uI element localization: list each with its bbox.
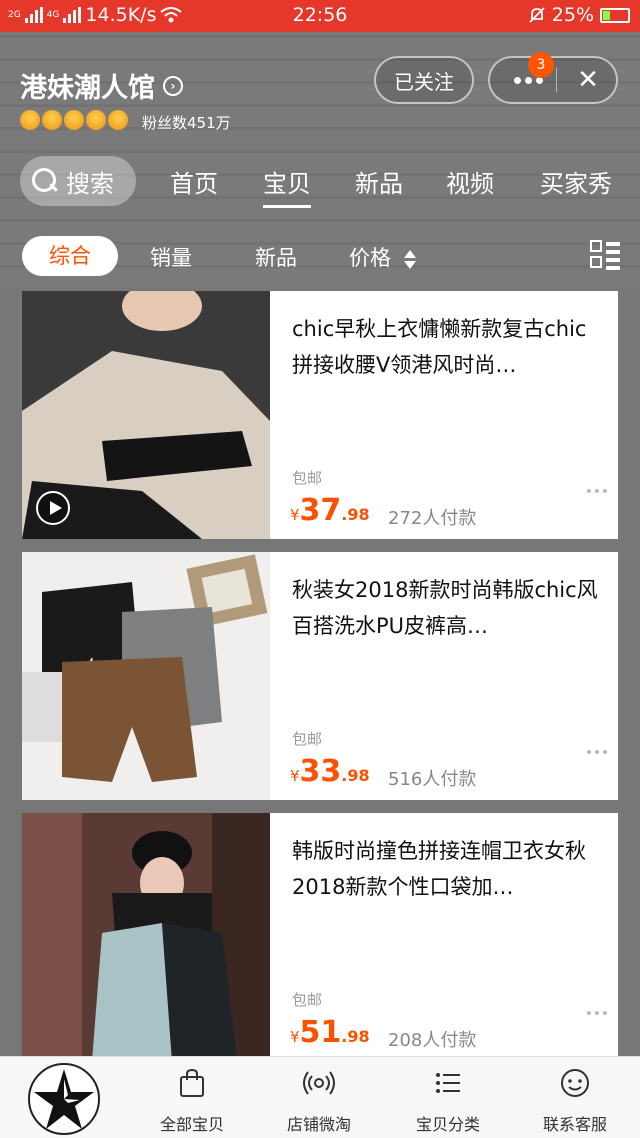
- nav-categories-label: 宝贝分类: [415, 1115, 480, 1134]
- product-price: ¥ 37 .98: [290, 493, 370, 528]
- product-card[interactable]: chic早秋上衣慵懒新款复古chic拼接收腰V领港风时尚… 包邮 ¥ 37 .9…: [22, 291, 618, 539]
- sort-new[interactable]: 新品: [255, 242, 297, 272]
- shopping-bag-icon: [180, 1068, 204, 1097]
- nav-shop-feed-label: 店铺微淘: [286, 1115, 351, 1134]
- tab-products[interactable]: 宝贝: [263, 164, 311, 208]
- battery-percent: 25%: [551, 4, 594, 26]
- crown-icon: [20, 110, 40, 130]
- crown-icon: [108, 110, 128, 130]
- shop-rating-crowns: [20, 110, 128, 130]
- product-title[interactable]: 秋装女2018新款时尚韩版chic风百搭洗水PU皮裤高…: [292, 572, 602, 644]
- tab-new[interactable]: 新品: [355, 164, 403, 199]
- nav-all-products[interactable]: 全部宝贝: [132, 1057, 252, 1138]
- close-icon[interactable]: ✕: [568, 62, 608, 98]
- product-card[interactable]: 秋装女2018新款时尚韩版chic风百搭洗水PU皮裤高… 包邮 ¥ 33 .98…: [22, 552, 618, 800]
- shipping-label: 包邮: [292, 730, 323, 748]
- price-integer: 33: [299, 754, 342, 789]
- more-options-icon[interactable]: [587, 750, 611, 758]
- sold-count: 208人付款: [388, 1030, 477, 1051]
- status-bar: 2G 4G 14.5K/s 22:56 25%: [0, 0, 640, 32]
- shipping-label: 包邮: [292, 991, 323, 1009]
- bottom-bar: 全部宝贝 店铺微淘 宝贝分类 联系客服: [0, 1056, 640, 1138]
- price-currency: ¥: [290, 1028, 300, 1046]
- list-icon: [436, 1073, 460, 1093]
- more-options-icon[interactable]: [587, 1011, 611, 1019]
- product-title[interactable]: 韩版时尚撞色拼接连帽卫衣女秋2018新款个性口袋加…: [292, 833, 602, 905]
- nav-categories[interactable]: 宝贝分类: [388, 1057, 508, 1138]
- price-integer: 51: [299, 1015, 342, 1050]
- nav-customer-service[interactable]: 联系客服: [515, 1057, 635, 1138]
- leather-shorts-photo: [22, 552, 270, 800]
- price-decimal: .98: [341, 505, 370, 524]
- play-video-icon[interactable]: [36, 491, 70, 525]
- hoodie-photo: [22, 813, 270, 1061]
- battery-icon: [600, 7, 630, 23]
- crown-icon: [64, 110, 84, 130]
- price-currency: ¥: [290, 767, 300, 785]
- product-price: ¥ 33 .98: [290, 754, 370, 789]
- fans-count: 粉丝数451万: [142, 114, 231, 132]
- sort-sales[interactable]: 销量: [150, 242, 192, 272]
- more-options-icon[interactable]: [587, 489, 611, 497]
- crown-icon: [86, 110, 106, 130]
- shipping-label: 包邮: [292, 469, 323, 487]
- crown-icon: [42, 110, 62, 130]
- price-decimal: .98: [341, 1027, 370, 1046]
- sort-price[interactable]: 价格: [349, 242, 416, 272]
- product-image[interactable]: [22, 813, 270, 1061]
- shop-name-row[interactable]: 港妹潮人馆 ›: [20, 66, 183, 105]
- sort-arrows-icon: [403, 249, 416, 269]
- search-icon: [32, 168, 58, 194]
- chat-face-icon: [561, 1069, 589, 1097]
- search-button[interactable]: 搜索: [20, 156, 136, 206]
- product-list: chic早秋上衣慵懒新款复古chic拼接收腰V领港风时尚… 包邮 ¥ 37 .9…: [0, 288, 640, 1061]
- chevron-right-icon[interactable]: ›: [163, 75, 183, 96]
- notification-badge: 3: [528, 52, 554, 78]
- star-logo-icon: [34, 1069, 94, 1129]
- mute-bell-icon: [529, 7, 545, 23]
- nav-all-products-label: 全部宝贝: [159, 1115, 224, 1134]
- sort-price-label: 价格: [349, 246, 391, 270]
- nav-customer-service-label: 联系客服: [542, 1115, 607, 1134]
- broadcast-icon: [303, 1071, 335, 1095]
- layout-toggle-icon[interactable]: [590, 240, 620, 270]
- sort-overall[interactable]: 综合: [22, 236, 118, 276]
- product-title[interactable]: chic早秋上衣慵懒新款复古chic拼接收腰V领港风时尚…: [292, 311, 602, 383]
- shop-header: 港妹潮人馆 › 粉丝数451万 已关注 ✕ 3 搜索 首页 宝贝 新品 视频 买…: [0, 32, 640, 288]
- shop-name[interactable]: 港妹潮人馆: [20, 66, 155, 105]
- price-integer: 37: [299, 493, 342, 528]
- tab-video[interactable]: 视频: [446, 164, 494, 199]
- price-decimal: .98: [341, 766, 370, 785]
- price-currency: ¥: [290, 506, 300, 524]
- product-image[interactable]: [22, 291, 270, 539]
- tab-home[interactable]: 首页: [170, 164, 218, 199]
- search-label: 搜索: [66, 169, 114, 198]
- tab-buyer-show[interactable]: 买家秀: [540, 164, 612, 199]
- product-price: ¥ 51 .98: [290, 1015, 370, 1050]
- shop-logo[interactable]: [28, 1063, 100, 1135]
- sold-count: 516人付款: [388, 769, 477, 790]
- product-image[interactable]: [22, 552, 270, 800]
- sold-count: 272人付款: [388, 508, 477, 529]
- product-card[interactable]: 韩版时尚撞色拼接连帽卫衣女秋2018新款个性口袋加… 包邮 ¥ 51 .98 2…: [22, 813, 618, 1061]
- capsule-divider: [556, 68, 557, 92]
- nav-shop-feed[interactable]: 店铺微淘: [259, 1057, 379, 1138]
- status-right: 25%: [528, 4, 630, 26]
- follow-button[interactable]: 已关注: [374, 56, 474, 104]
